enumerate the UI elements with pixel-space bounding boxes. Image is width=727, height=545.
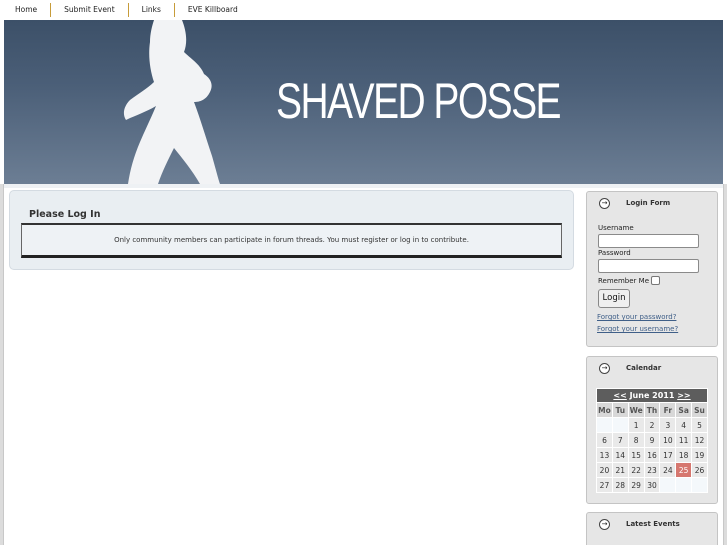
calendar-day[interactable]: 11 bbox=[675, 432, 693, 448]
forgot-username-link[interactable]: Forgot your username? bbox=[597, 325, 678, 333]
calendar-week-row: 13 14 15 16 17 18 19 bbox=[596, 447, 708, 463]
calendar-day[interactable]: 8 bbox=[627, 432, 645, 448]
login-form-module: → Login Form Username Password Remember … bbox=[586, 191, 718, 347]
calendar-day[interactable]: 2 bbox=[643, 417, 661, 433]
calendar-day[interactable]: 24 bbox=[659, 462, 677, 478]
login-required-panel: Please Log In Only community members can… bbox=[9, 190, 574, 270]
header-banner: SHAVED POSSE bbox=[4, 20, 723, 184]
banner-underline bbox=[4, 184, 723, 188]
latest-events-module: → Latest Events bbox=[586, 512, 718, 545]
calendar-week-row: 20 21 22 23 24 25 26 bbox=[596, 462, 708, 478]
calendar-day-today[interactable]: 25 bbox=[675, 462, 693, 478]
login-button[interactable]: Login bbox=[598, 289, 630, 308]
username-label: Username bbox=[598, 224, 634, 232]
login-notice: Only community members can participate i… bbox=[21, 223, 562, 258]
circle-arrow-right-icon: → bbox=[599, 198, 610, 209]
calendar-day[interactable]: 14 bbox=[611, 447, 629, 463]
calendar-day[interactable]: 23 bbox=[643, 462, 661, 478]
weekday-row: Mo Tu We Th Fr Sa Su bbox=[596, 402, 708, 418]
calendar-week-row: 27 28 29 30 bbox=[596, 477, 708, 493]
login-notice-text: Only community members can participate i… bbox=[114, 236, 469, 244]
calendar-day[interactable]: 18 bbox=[675, 447, 693, 463]
nav-eve-killboard[interactable]: EVE Killboard bbox=[175, 3, 251, 17]
calendar-day[interactable]: 1 bbox=[627, 417, 645, 433]
calendar-empty-cell bbox=[659, 477, 677, 493]
site-logo: SHAVED POSSE bbox=[276, 73, 562, 129]
calendar-day[interactable]: 4 bbox=[675, 417, 693, 433]
calendar-day[interactable]: 6 bbox=[596, 432, 613, 448]
calendar-empty-cell bbox=[691, 477, 708, 493]
weekday-label: Su bbox=[691, 402, 708, 418]
calendar-day[interactable]: 20 bbox=[596, 462, 613, 478]
calendar-day[interactable]: 30 bbox=[643, 477, 661, 493]
page-frame-left bbox=[0, 184, 4, 545]
remember-me-label: Remember Me bbox=[598, 277, 649, 285]
calendar-day[interactable]: 22 bbox=[627, 462, 645, 478]
calendar-day[interactable]: 12 bbox=[691, 432, 708, 448]
calendar-day[interactable]: 27 bbox=[596, 477, 613, 493]
calendar-empty-cell bbox=[596, 417, 613, 433]
calendar-day[interactable]: 15 bbox=[627, 447, 645, 463]
calendar-module: → Calendar << June 2011 >> Mo Tu We Th Fr Sa S… bbox=[586, 356, 718, 504]
calendar-day[interactable]: 19 bbox=[691, 447, 708, 463]
page-frame-right bbox=[723, 184, 727, 545]
nav-home[interactable]: Home bbox=[0, 3, 52, 17]
calendar-month-label: June 2011 bbox=[629, 391, 675, 400]
calendar-week-row: 6 7 8 9 10 11 12 bbox=[596, 432, 708, 448]
calendar-week-row: 12345 bbox=[596, 417, 708, 433]
calendar-day[interactable]: 28 bbox=[611, 477, 629, 493]
calendar-day[interactable]: 26 bbox=[691, 462, 708, 478]
username-input[interactable] bbox=[598, 234, 699, 248]
calendar-day[interactable]: 5 bbox=[691, 417, 708, 433]
calendar-day[interactable]: 29 bbox=[627, 477, 645, 493]
calendar-day[interactable]: 9 bbox=[643, 432, 661, 448]
calendar-table: << June 2011 >> Mo Tu We Th Fr Sa Su 123456789… bbox=[596, 388, 708, 493]
circle-arrow-right-icon: → bbox=[599, 363, 610, 374]
calendar-day[interactable]: 17 bbox=[659, 447, 677, 463]
calendar-day[interactable]: 10 bbox=[659, 432, 677, 448]
module-header: → Login Form bbox=[587, 192, 717, 216]
page-title: Please Log In bbox=[29, 209, 101, 220]
calendar-empty-cell bbox=[675, 477, 693, 493]
calendar-day[interactable]: 13 bbox=[596, 447, 613, 463]
calendar-prev-link[interactable]: << bbox=[613, 391, 626, 400]
module-title: Latest Events bbox=[626, 520, 680, 528]
module-header: → Latest Events bbox=[587, 513, 717, 537]
weekday-label: Th bbox=[643, 402, 661, 418]
calendar-day[interactable]: 3 bbox=[659, 417, 677, 433]
circle-arrow-right-icon: → bbox=[599, 519, 610, 530]
module-title: Calendar bbox=[626, 364, 662, 372]
module-header: → Calendar bbox=[587, 357, 717, 381]
password-label: Password bbox=[598, 249, 631, 257]
nav-links[interactable]: Links bbox=[129, 3, 175, 17]
module-title: Login Form bbox=[626, 199, 671, 207]
remember-me-checkbox[interactable] bbox=[651, 276, 660, 285]
weekday-label: Sa bbox=[675, 402, 693, 418]
calendar-day[interactable]: 7 bbox=[611, 432, 629, 448]
calendar-empty-cell bbox=[611, 417, 629, 433]
nav-submit-event[interactable]: Submit Event bbox=[51, 3, 129, 17]
calendar-month-header: << June 2011 >> bbox=[596, 388, 708, 403]
weekday-label: Mo bbox=[596, 402, 613, 418]
calendar-next-link[interactable]: >> bbox=[677, 391, 690, 400]
calendar-day[interactable]: 21 bbox=[611, 462, 629, 478]
weekday-label: Tu bbox=[611, 402, 629, 418]
forgot-password-link[interactable]: Forgot your password? bbox=[597, 313, 676, 321]
calendar-day[interactable]: 16 bbox=[643, 447, 661, 463]
calendar-days: 1 2 3 4 5 6 7 8 9 10 11 12 13 14 15 16 17 18 19 20 21 22 23 24 2… bbox=[596, 417, 708, 493]
weekday-label: Fr bbox=[659, 402, 677, 418]
weekday-label: We bbox=[627, 402, 645, 418]
password-input[interactable] bbox=[598, 259, 699, 273]
top-nav: Home Submit Event Links EVE Killboard bbox=[0, 0, 727, 20]
